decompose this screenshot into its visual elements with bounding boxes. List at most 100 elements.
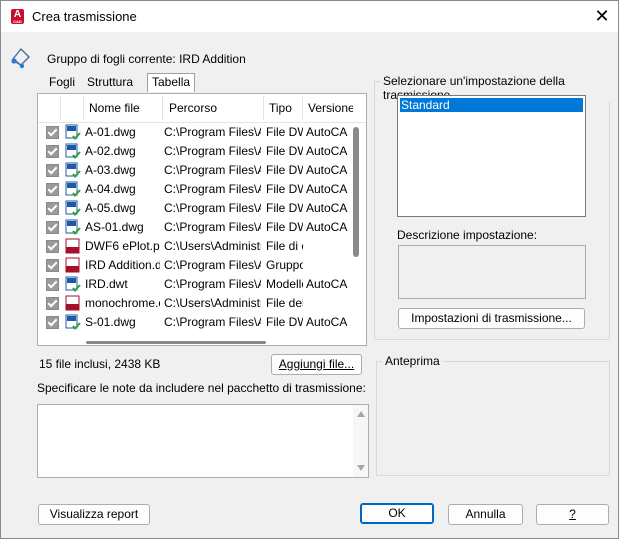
file-type-cell: File DW bbox=[266, 144, 303, 158]
column-header-path[interactable]: Percorso bbox=[169, 94, 218, 122]
include-checkbox[interactable] bbox=[46, 259, 59, 272]
file-type-cell: File DW bbox=[266, 201, 303, 215]
include-checkbox[interactable] bbox=[46, 164, 59, 177]
transmittal-setups-button-label: Impostazioni di trasmissione... bbox=[411, 311, 572, 325]
view-report-button[interactable]: Visualizza report bbox=[38, 504, 150, 525]
file-version-cell: AutoCAD bbox=[306, 182, 348, 196]
include-checkbox[interactable] bbox=[46, 145, 59, 158]
horizontal-scrollbar[interactable] bbox=[86, 341, 266, 344]
setup-description-box bbox=[398, 245, 586, 299]
file-type-cell: Modello bbox=[266, 277, 303, 291]
cancel-button[interactable]: Annulla bbox=[448, 504, 523, 525]
include-checkbox[interactable] bbox=[46, 316, 59, 329]
file-type-cell: File DW bbox=[266, 163, 303, 177]
include-checkbox[interactable] bbox=[46, 221, 59, 234]
file-type-cell: File DW bbox=[266, 220, 303, 234]
file-path-cell: C:\Program Files\Au bbox=[164, 144, 261, 158]
help-button[interactable]: ? bbox=[536, 504, 609, 525]
dwg-file-icon bbox=[65, 162, 81, 178]
ok-button-label: OK bbox=[388, 506, 406, 520]
table-row[interactable]: IRD Addition.dst C:\Program Files\Au Grupp… bbox=[38, 256, 353, 275]
file-path-cell: C:\Users\Administra bbox=[164, 239, 261, 253]
transmittal-setup-list[interactable]: Standard bbox=[397, 95, 586, 217]
file-type-cell: Gruppo bbox=[266, 258, 303, 272]
setup-item-standard[interactable]: Standard bbox=[400, 98, 583, 112]
app-icon-sub: CAD bbox=[13, 19, 22, 24]
add-file-button-label: Aggiungi file... bbox=[278, 357, 355, 371]
file-name-cell: A-02.dwg bbox=[85, 144, 136, 158]
table-row[interactable]: A-02.dwg C:\Program Files\Au File DWAutoCA… bbox=[38, 142, 353, 161]
current-sheet-set-label: Gruppo di fogli corrente: IRD Addition bbox=[47, 52, 246, 66]
table-row[interactable]: S-01.dwg C:\Program Files\Au File DWAutoCA… bbox=[38, 313, 353, 332]
notes-textarea[interactable] bbox=[37, 404, 369, 478]
file-path-cell: C:\Program Files\Au bbox=[164, 125, 261, 139]
include-checkbox[interactable] bbox=[46, 297, 59, 310]
file-type-cell: File DW bbox=[266, 125, 303, 139]
tab-sheets[interactable]: Fogli bbox=[45, 74, 79, 91]
dwg-file-icon bbox=[65, 143, 81, 159]
include-checkbox[interactable] bbox=[46, 202, 59, 215]
tab-file-tree[interactable]: Struttura file bbox=[83, 74, 137, 106]
table-row[interactable]: A-01.dwg C:\Program Files\Au File DWAutoCA… bbox=[38, 123, 353, 142]
dwg-file-icon bbox=[65, 200, 81, 216]
scroll-down-icon[interactable] bbox=[357, 465, 365, 471]
file-path-cell: C:\Program Files\Au bbox=[164, 277, 261, 291]
file-type-cell: File DW bbox=[266, 315, 303, 329]
column-header-type[interactable]: Tipo bbox=[269, 94, 292, 122]
file-version-cell bbox=[306, 237, 348, 256]
column-separator bbox=[60, 96, 61, 120]
dwg-file-icon bbox=[65, 219, 81, 235]
file-name-cell: A-03.dwg bbox=[85, 163, 136, 177]
include-checkbox[interactable] bbox=[46, 126, 59, 139]
include-checkbox[interactable] bbox=[46, 240, 59, 253]
dwg-file-icon bbox=[65, 181, 81, 197]
dst-file-icon bbox=[65, 257, 80, 273]
file-name-cell: IRD Addition.dst bbox=[85, 258, 160, 272]
preview-group bbox=[376, 361, 610, 476]
scroll-up-icon[interactable] bbox=[357, 411, 365, 417]
table-row[interactable]: monochrome.ctb C:\Users\Administra File de… bbox=[38, 294, 353, 313]
column-header-version[interactable]: Versione bbox=[308, 94, 353, 122]
file-name-cell: A-04.dwg bbox=[85, 182, 136, 196]
file-path-cell: C:\Program Files\Au bbox=[164, 163, 261, 177]
file-version-cell: AutoCAD bbox=[306, 201, 348, 215]
vertical-scrollbar[interactable] bbox=[353, 127, 359, 257]
file-name-cell: AS-01.dwg bbox=[85, 220, 144, 234]
file-path-cell: C:\Users\Administra bbox=[164, 296, 261, 310]
notes-label: Specificare le note da includere nel pac… bbox=[37, 381, 366, 395]
view-report-button-label: Visualizza report bbox=[49, 507, 139, 521]
setup-description-label: Descrizione impostazione: bbox=[397, 228, 538, 242]
table-row[interactable]: A-03.dwg C:\Program Files\Au File DWAutoCA… bbox=[38, 161, 353, 180]
sheet-set-icon bbox=[11, 47, 30, 69]
file-name-cell: monochrome.ctb bbox=[85, 296, 160, 310]
table-row[interactable]: A-04.dwg C:\Program Files\Au File DWAutoCA… bbox=[38, 180, 353, 199]
table-row[interactable]: A-05.dwg C:\Program Files\Au File DWAutoCA… bbox=[38, 199, 353, 218]
column-separator bbox=[302, 96, 303, 120]
file-path-cell: C:\Program Files\Au bbox=[164, 258, 261, 272]
dwg-file-icon bbox=[65, 124, 81, 140]
file-version-cell: AutoCAD bbox=[306, 277, 348, 291]
file-table[interactable]: Nome file Percorso Tipo Versione A-01.dw… bbox=[37, 93, 367, 346]
transmittal-setups-button[interactable]: Impostazioni di trasmissione... bbox=[398, 308, 585, 329]
include-checkbox[interactable] bbox=[46, 183, 59, 196]
table-row[interactable]: DWF6 ePlot.pc3 C:\Users\Administra File di… bbox=[38, 237, 353, 256]
ok-button[interactable]: OK bbox=[360, 503, 434, 524]
file-name-cell: A-01.dwg bbox=[85, 125, 136, 139]
tab-file-table[interactable]: Tabella file bbox=[147, 73, 196, 106]
include-checkbox[interactable] bbox=[46, 278, 59, 291]
file-name-cell: IRD.dwt bbox=[85, 277, 128, 291]
window-title: Crea trasmissione bbox=[32, 9, 137, 24]
notes-scrollbar[interactable] bbox=[353, 405, 368, 477]
table-row[interactable]: AS-01.dwg C:\Program Files\Au File DWAutoC… bbox=[38, 218, 353, 237]
column-header-filename[interactable]: Nome file bbox=[89, 94, 140, 122]
file-version-cell bbox=[306, 256, 348, 275]
ctb-file-icon bbox=[65, 295, 80, 311]
help-button-label: ? bbox=[569, 507, 576, 521]
file-path-cell: C:\Program Files\Au bbox=[164, 182, 261, 196]
table-row[interactable]: IRD.dwt C:\Program Files\Au ModelloAutoCAD bbox=[38, 275, 353, 294]
file-path-cell: C:\Program Files\Au bbox=[164, 201, 261, 215]
add-file-button[interactable]: Aggiungi file... bbox=[271, 354, 362, 375]
close-icon[interactable]: ✕ bbox=[589, 6, 615, 28]
file-type-cell: File di c bbox=[266, 239, 303, 253]
cancel-button-label: Annulla bbox=[465, 507, 506, 521]
